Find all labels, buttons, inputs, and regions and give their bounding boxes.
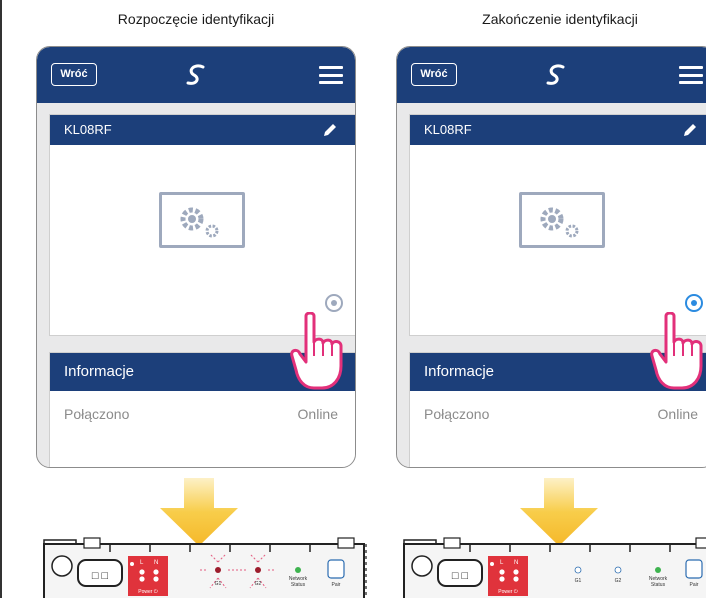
phone-screen-start: Wróć KL08RF Informacje Połączono Online	[36, 46, 356, 468]
pointing-hand-icon	[290, 312, 343, 390]
connection-value: Online	[657, 406, 698, 422]
pair-button	[685, 559, 703, 579]
hamburger-menu-icon[interactable]	[679, 66, 703, 84]
terminal-n-label: N	[154, 560, 158, 566]
g2-led	[614, 566, 622, 574]
g1-label: G1	[575, 578, 582, 584]
status-label: Status	[651, 582, 666, 588]
connection-row: Połączono Online	[50, 391, 355, 437]
eye-icon[interactable]	[684, 293, 704, 313]
back-button[interactable]: Wróć	[411, 63, 457, 86]
caption-end-identification: Zakończenie identyfikacji	[482, 11, 638, 27]
device-card: KL08RF	[409, 114, 706, 336]
device-card: KL08RF	[49, 114, 355, 336]
terminal-n-label: N	[514, 560, 518, 566]
connection-label: Połączono	[64, 406, 130, 422]
network-led	[295, 567, 301, 573]
wiring-center-board: □ □ L N Power ⏻ G1 G2 Network Status Pai…	[403, 537, 706, 598]
wiring-center-board: □ □ L N Power ⏻ G1 G2 Network Status Pai…	[43, 537, 367, 598]
socket-label: □ □	[452, 570, 469, 582]
pair-label: Pair	[332, 582, 341, 588]
socket-label: □ □	[92, 570, 109, 582]
connection-value: Online	[297, 406, 338, 422]
g1-led	[215, 567, 221, 573]
eye-icon[interactable]	[324, 293, 344, 313]
g2-led	[255, 567, 261, 573]
app-header: Wróć	[397, 47, 706, 103]
status-label: Status	[291, 582, 306, 588]
pencil-icon[interactable]	[682, 122, 698, 138]
power-label: Power ⏻	[498, 589, 518, 595]
salus-logo-icon	[546, 64, 565, 85]
g1-led	[574, 566, 582, 574]
pointing-hand-icon	[650, 312, 703, 390]
connection-row: Połączono Online	[410, 391, 706, 437]
pencil-icon[interactable]	[322, 122, 338, 138]
power-label: Power ⏻	[138, 589, 158, 595]
pair-label: Pair	[690, 582, 699, 588]
g2-label: G2	[255, 581, 262, 587]
device-card-header: KL08RF	[410, 115, 706, 145]
connection-label: Połączono	[424, 406, 490, 422]
network-led	[655, 567, 661, 573]
salus-logo-icon	[186, 64, 205, 85]
g2-label: G2	[615, 578, 622, 584]
gears-device-icon	[159, 192, 245, 248]
caption-start-identification: Rozpoczęcie identyfikacji	[117, 11, 275, 27]
device-card-header: KL08RF	[50, 115, 355, 145]
g1-label: G1	[215, 581, 222, 587]
app-header: Wróć	[37, 47, 355, 103]
device-name: KL08RF	[64, 122, 112, 137]
phone-screen-end: Wróć KL08RF Informacje Połączono Online	[396, 46, 706, 468]
gears-device-icon	[519, 192, 605, 248]
pair-button	[327, 559, 345, 579]
back-button[interactable]: Wróć	[51, 63, 97, 86]
hamburger-menu-icon[interactable]	[319, 66, 343, 84]
device-name: KL08RF	[424, 122, 472, 137]
